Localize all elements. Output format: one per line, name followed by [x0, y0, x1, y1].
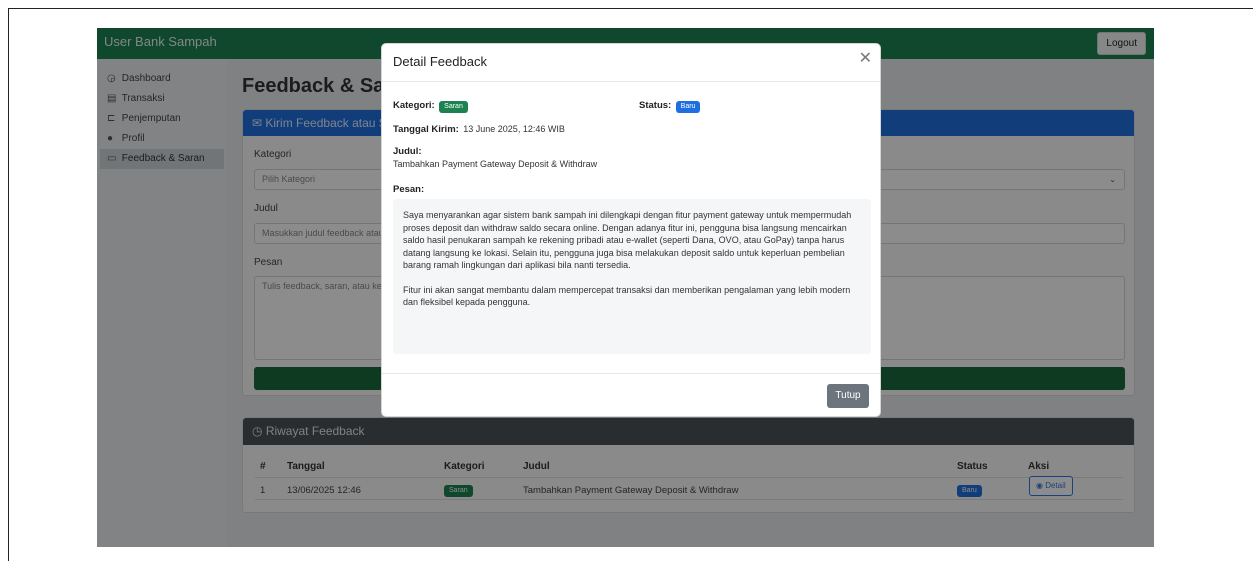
screen: User Bank Sampah Logout ◶ Dashboard ▤ Tr…: [0, 0, 1253, 561]
modal-footer-divider: [382, 373, 880, 374]
tutup-button[interactable]: Tutup: [827, 384, 869, 408]
pesan-paragraph-1: Saya menyarankan agar sistem bank sampah…: [403, 210, 852, 270]
judul-key: Judul:: [393, 146, 422, 157]
kategori-key: Kategori:: [393, 100, 435, 111]
tanggal-value: 13 June 2025, 12:46 WIB: [463, 124, 565, 134]
detail-feedback-modal: Detail Feedback ✕ Kategori: Saran Status…: [381, 43, 881, 417]
close-icon[interactable]: ✕: [859, 51, 872, 67]
pesan-key: Pesan:: [393, 184, 425, 195]
modal-header-divider: [382, 81, 880, 82]
judul-value: Tambahkan Payment Gateway Deposit & With…: [393, 159, 598, 169]
status-badge: Baru: [675, 101, 701, 113]
modal-status: Status: Baru: [639, 95, 701, 113]
modal-kategori: Kategori: Saran: [393, 95, 468, 113]
frame-border-left: [8, 8, 9, 561]
modal-tanggal: Tanggal Kirim: 13 June 2025, 12:46 WIB: [393, 119, 565, 137]
modal-title: Detail Feedback: [393, 54, 487, 69]
tanggal-key: Tanggal Kirim:: [393, 124, 459, 135]
status-key: Status:: [639, 100, 672, 111]
kategori-badge: Saran: [439, 101, 468, 113]
pesan-paragraph-2: Fitur ini akan sangat membantu dalam mem…: [403, 284, 851, 308]
app-window: User Bank Sampah Logout ◶ Dashboard ▤ Tr…: [97, 28, 1154, 547]
frame-border-top: [8, 8, 1253, 9]
pesan-box: Saya menyarankan agar sistem bank sampah…: [393, 199, 871, 354]
